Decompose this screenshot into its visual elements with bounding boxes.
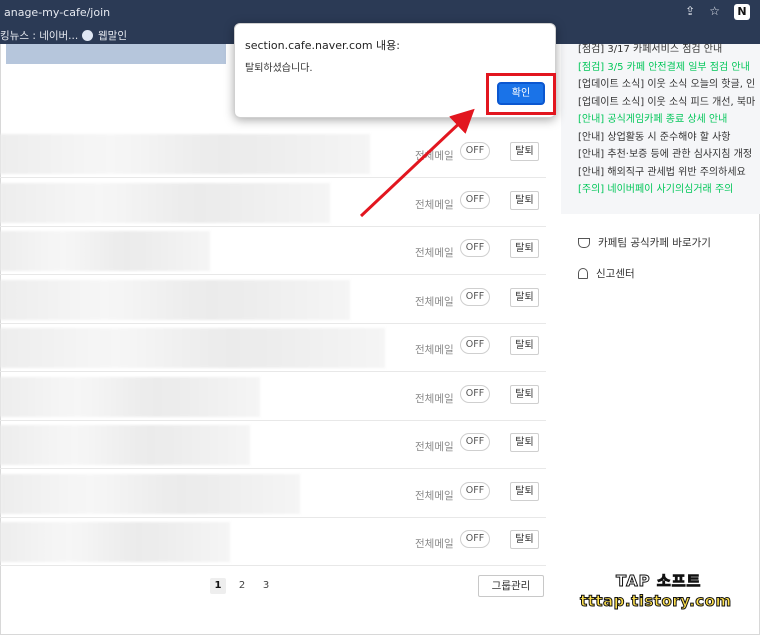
watermark: TAP 소프트 tttap.tistory.com	[578, 568, 738, 616]
watermark-line2: tttap.tistory.com	[580, 592, 732, 611]
annotation-arrow	[359, 108, 475, 218]
watermark-line1: TAP 소프트	[615, 572, 702, 591]
